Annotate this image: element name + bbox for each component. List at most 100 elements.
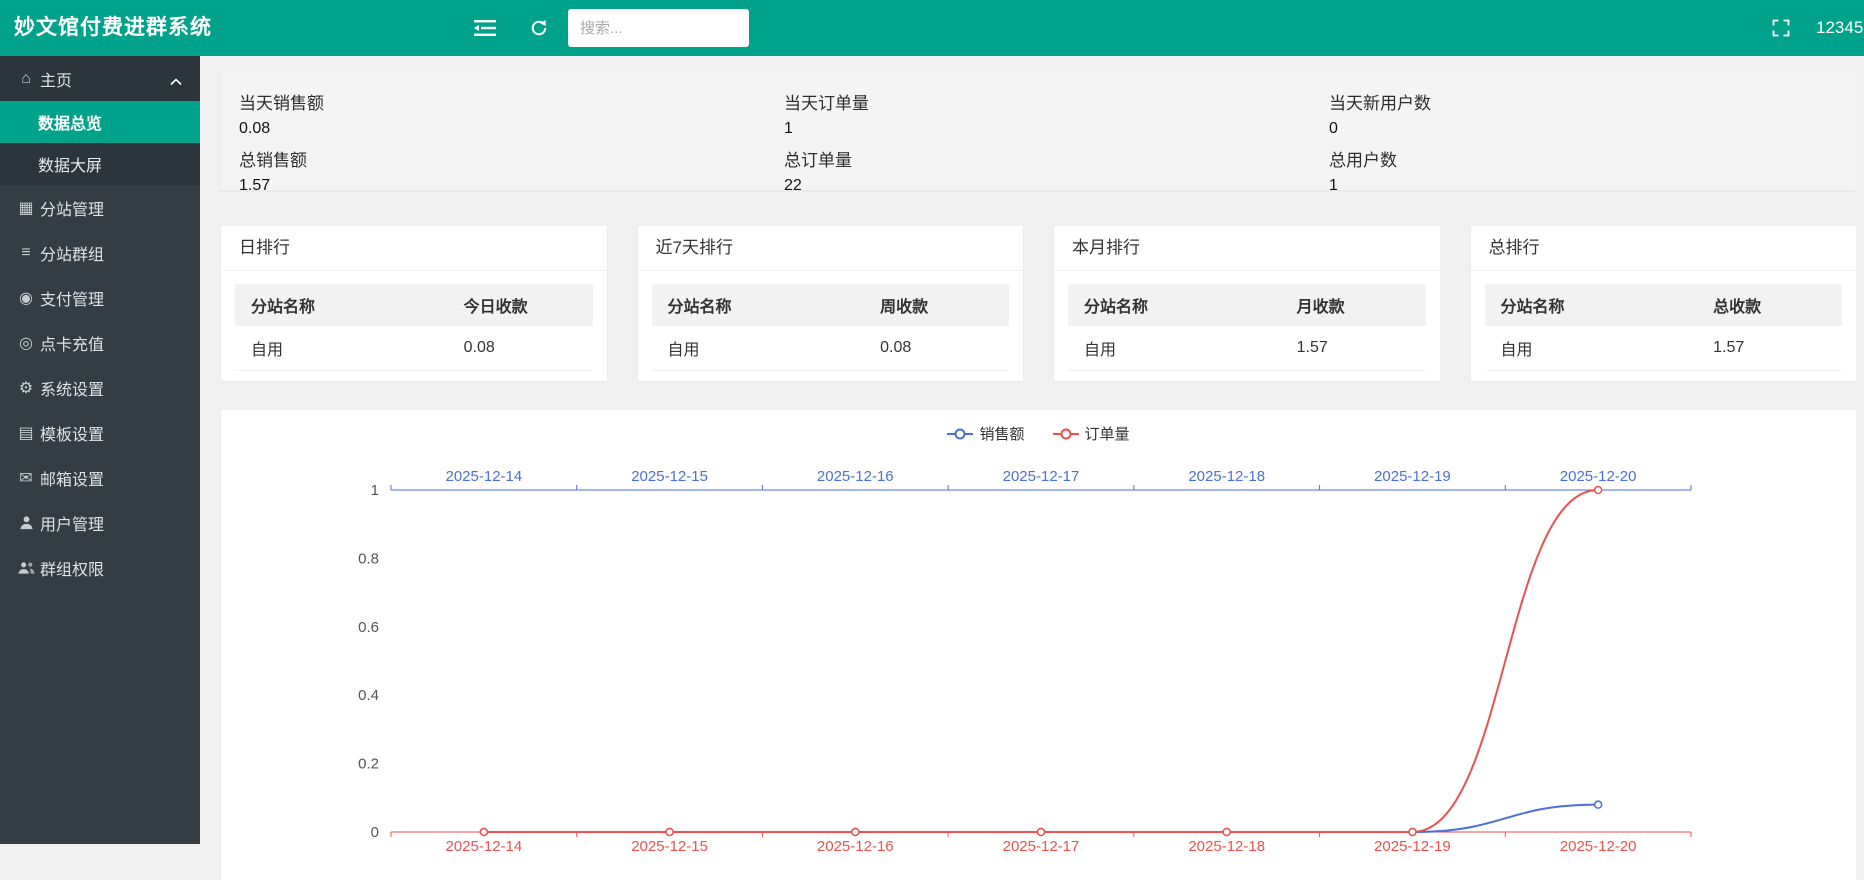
sidebar-item-label: 系统设置 <box>40 376 104 400</box>
stat-value: 1 <box>1329 177 1856 195</box>
sidebar-item-home[interactable]: ⌂ 主页 <box>0 56 200 101</box>
sidebar-item-label: 模板设置 <box>40 421 104 445</box>
search-input[interactable] <box>568 9 749 47</box>
legend-label: 订单量 <box>1085 423 1130 444</box>
line-circle-marker-icon <box>947 429 973 439</box>
cell-amount: 1.57 <box>1697 326 1842 371</box>
stat-today-sales: 当天销售额 0.08 <box>221 81 766 138</box>
sidebar-item-label: 点卡充值 <box>40 331 104 355</box>
col-amount: 月收款 <box>1281 284 1426 326</box>
line-chart: 2025-12-142025-12-142025-12-152025-12-15… <box>221 410 1856 880</box>
sales-orders-chart-card: 销售额 订单量 2025-12-142025-12-142025-12-1520… <box>221 410 1856 880</box>
legend-label: 销售额 <box>979 423 1024 444</box>
svg-text:2025-12-15: 2025-12-15 <box>631 468 708 485</box>
col-substation-name: 分站名称 <box>1068 284 1281 326</box>
ranking-cards-row: 日排行 分站名称 今日收款 自用 0.08 近7天排行 分站名称 周收款 <box>221 226 1856 381</box>
legend-item-sales[interactable]: 销售额 <box>947 423 1024 444</box>
fullscreen-icon[interactable] <box>1759 0 1803 56</box>
ranking-table: 分站名称 月收款 自用 1.57 <box>1068 284 1426 371</box>
menu-toggle-icon[interactable] <box>463 0 507 56</box>
line-circle-marker-icon <box>1053 429 1079 439</box>
stat-value: 0.08 <box>239 120 766 138</box>
stat-total-users: 总用户数 1 <box>1311 138 1856 195</box>
sidebar-item-substation-groups[interactable]: ≡ 分站群组 <box>0 230 200 275</box>
table-row: 自用 1.57 <box>1068 326 1426 371</box>
home-icon: ⌂ <box>16 70 36 88</box>
ranking-card-month: 本月排行 分站名称 月收款 自用 1.57 <box>1054 226 1440 381</box>
stat-value: 0 <box>1329 120 1856 138</box>
sidebar-item-label: 支付管理 <box>40 286 104 310</box>
app-title: 妙文馆付费进群系统 <box>14 0 212 56</box>
legend-item-orders[interactable]: 订单量 <box>1053 423 1130 444</box>
cell-substation-name: 自用 <box>235 326 448 371</box>
sidebar-item-data-bigscreen[interactable]: 数据大屏 <box>0 143 200 185</box>
ranking-card-7days: 近7天排行 分站名称 周收款 自用 0.08 <box>638 226 1024 381</box>
sidebar-item-template-settings[interactable]: ▤ 模板设置 <box>0 410 200 455</box>
card-title: 日排行 <box>221 226 607 271</box>
sidebar-item-data-overview[interactable]: 数据总览 <box>0 101 200 143</box>
svg-text:2025-12-18: 2025-12-18 <box>1188 468 1265 485</box>
svg-text:0.6: 0.6 <box>358 619 379 636</box>
sidebar-item-card-recharge[interactable]: ◎ 点卡充值 <box>0 320 200 365</box>
gear-icon: ⚙ <box>16 378 36 398</box>
col-amount: 总收款 <box>1697 284 1842 326</box>
three-bars-icon <box>474 19 496 37</box>
svg-text:0.4: 0.4 <box>358 687 379 704</box>
svg-text:0: 0 <box>371 824 379 841</box>
svg-text:0.8: 0.8 <box>358 550 379 567</box>
users-icon <box>16 561 36 575</box>
sidebar-item-payment-manage[interactable]: ◉ 支付管理 <box>0 275 200 320</box>
sidebar-item-mail-settings[interactable]: ✉ 邮箱设置 <box>0 455 200 500</box>
mail-icon: ✉ <box>16 468 36 488</box>
sidebar-item-substation-manage[interactable]: ▦ 分站管理 <box>0 185 200 230</box>
sidebar-item-label: 用户管理 <box>40 511 104 535</box>
svg-text:2025-12-14: 2025-12-14 <box>445 468 522 485</box>
stat-label: 总用户数 <box>1329 146 1856 171</box>
refresh-glyph <box>529 18 549 38</box>
stat-label: 总订单量 <box>784 146 1311 171</box>
stat-today-orders: 当天订单量 1 <box>766 81 1311 138</box>
svg-text:2025-12-16: 2025-12-16 <box>817 838 894 855</box>
svg-text:2025-12-17: 2025-12-17 <box>1003 468 1080 485</box>
card-title: 总排行 <box>1471 226 1857 271</box>
chart-legend: 销售额 订单量 <box>221 410 1856 444</box>
stat-label: 当天新用户数 <box>1329 89 1856 114</box>
stat-value: 22 <box>784 177 1311 195</box>
col-amount: 周收款 <box>864 284 1009 326</box>
stat-value: 1 <box>784 120 1311 138</box>
stat-total-orders: 总订单量 22 <box>766 138 1311 195</box>
username[interactable]: 12345 <box>1816 0 1863 56</box>
sidebar-item-label: 分站管理 <box>40 196 104 220</box>
sidebar-item-user-manage[interactable]: 用户管理 <box>0 500 200 545</box>
ranking-table: 分站名称 周收款 自用 0.08 <box>652 284 1010 371</box>
top-header: 妙文馆付费进群系统 12345 <box>0 0 1864 56</box>
cell-substation-name: 自用 <box>1068 326 1281 371</box>
sidebar-item-system-settings[interactable]: ⚙ 系统设置 <box>0 365 200 410</box>
table-row: 自用 0.08 <box>652 326 1010 371</box>
svg-text:2025-12-20: 2025-12-20 <box>1560 468 1637 485</box>
col-substation-name: 分站名称 <box>1485 284 1698 326</box>
cell-substation-name: 自用 <box>652 326 865 371</box>
cell-amount: 1.57 <box>1281 326 1426 371</box>
cell-amount: 0.08 <box>448 326 593 371</box>
cell-amount: 0.08 <box>864 326 1009 371</box>
sidebar-item-group-permissions[interactable]: 群组权限 <box>0 545 200 590</box>
svg-text:2025-12-19: 2025-12-19 <box>1374 468 1451 485</box>
stat-label: 当天订单量 <box>784 89 1311 114</box>
stats-panel: 当天销售额 0.08 当天订单量 1 当天新用户数 0 总销售额 1.57 总订… <box>221 71 1856 190</box>
template-icon: ▤ <box>16 423 36 443</box>
refresh-icon[interactable] <box>517 0 561 56</box>
home-submenu: 数据总览 数据大屏 <box>0 101 200 185</box>
sidebar: ⌂ 主页 数据总览 数据大屏 ▦ 分站管理 ≡ 分站群组 ◉ 支付管理 ◎ 点卡… <box>0 56 200 844</box>
stat-label: 当天销售额 <box>239 89 766 114</box>
col-substation-name: 分站名称 <box>652 284 865 326</box>
sidebar-item-label: 分站群组 <box>40 241 104 265</box>
chevron-up-icon <box>170 73 182 91</box>
user-icon <box>16 515 36 530</box>
sidebar-item-label: 邮箱设置 <box>40 466 104 490</box>
ranking-table: 分站名称 总收款 自用 1.57 <box>1485 284 1843 371</box>
sidebar-item-label: 数据大屏 <box>38 152 102 176</box>
sidebar-item-label: 群组权限 <box>40 556 104 580</box>
svg-text:1: 1 <box>371 482 379 499</box>
card-recharge-icon: ◎ <box>16 333 36 353</box>
